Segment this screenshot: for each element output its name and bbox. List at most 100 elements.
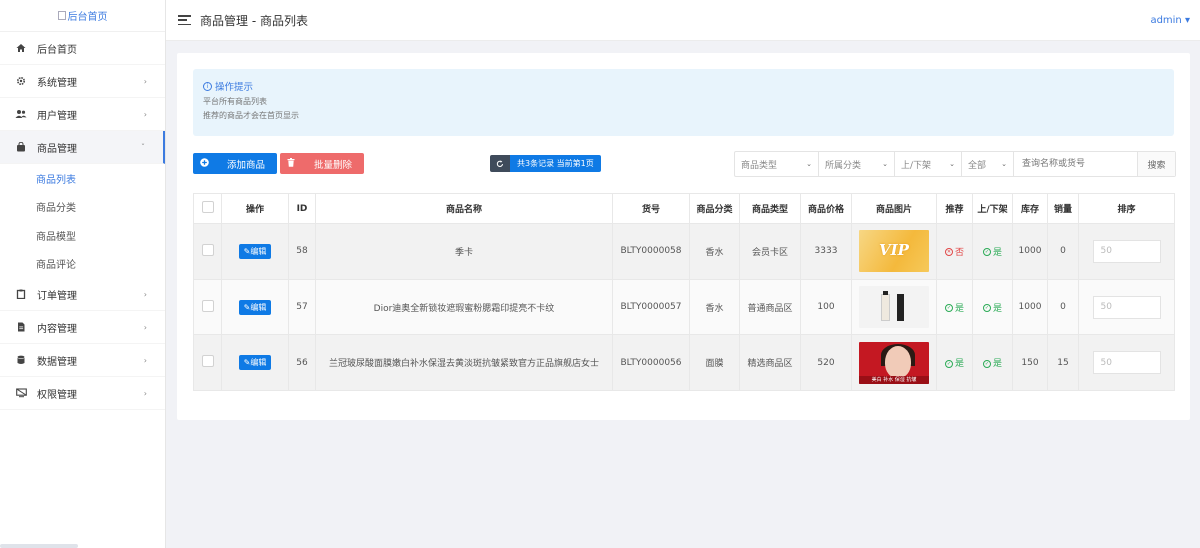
actions-cell: ✎编辑	[221, 278, 289, 336]
product-image-dior[interactable]	[859, 286, 929, 329]
home-icon	[15, 42, 27, 54]
recommend-value: 是	[954, 359, 964, 370]
sales-cell: 0	[1047, 278, 1079, 336]
id-cell: 58	[288, 223, 316, 280]
menu-toggle-icon[interactable]	[178, 15, 191, 25]
users-icon	[15, 108, 27, 120]
user-menu[interactable]: admin ▾	[1150, 15, 1190, 26]
sku-cell: BLTY0000058	[612, 223, 690, 280]
column-header: 库存	[1012, 193, 1048, 224]
tip-title: i 操作提示	[203, 79, 1164, 93]
search-input[interactable]	[1014, 152, 1138, 176]
id-cell: 56	[288, 334, 316, 392]
sort-cell	[1078, 223, 1175, 280]
column-header: 商品价格	[800, 193, 852, 224]
check-circle-icon: ✓	[944, 304, 953, 313]
record-info[interactable]: 共3条记录 当前第1页	[490, 155, 601, 172]
edit-button[interactable]: ✎编辑	[238, 355, 272, 371]
page-title: 商品管理 - 商品列表	[200, 13, 308, 28]
info-icon: i	[203, 81, 212, 91]
gear-icon	[15, 75, 27, 87]
sidebar-item-home[interactable]: 后台首页	[0, 32, 165, 65]
sort-input[interactable]	[1092, 239, 1161, 263]
sort-cell	[1078, 278, 1175, 336]
sidebar-item-system[interactable]: 系统管理 ›	[0, 65, 165, 98]
product-image-text: VIP	[879, 241, 909, 260]
column-header: 操作	[221, 193, 289, 224]
top-header: 商品管理 - 商品列表 admin ▾	[166, 0, 1200, 41]
stock-cell: 1000	[1012, 223, 1048, 280]
sidebar-item-permissions[interactable]: 权限管理 ›	[0, 377, 165, 410]
sidebar-item-label: 系统管理	[37, 77, 77, 89]
edit-label: 编辑	[250, 302, 267, 312]
table-header-row: 操作 ID 商品名称 货号 商品分类 商品类型 商品价格 商品图片 推荐 上/下…	[193, 193, 1175, 224]
sort-input[interactable]	[1092, 351, 1161, 375]
id-cell: 57	[288, 278, 316, 336]
column-header: 商品分类	[689, 193, 740, 224]
name-cell: Dior迪奥全新锁妆遮瑕蜜粉腮霜印提亮不卡纹	[315, 278, 613, 336]
sidebar-item-products[interactable]: 商品管理 ˇ	[0, 131, 165, 164]
shelf-cell[interactable]: ✓ 是	[972, 223, 1013, 280]
shelf-cell[interactable]: ✓ 是	[972, 334, 1013, 392]
column-header: 上/下架	[972, 193, 1013, 224]
product-type-select[interactable]: 商品类型 ⌄	[735, 152, 819, 176]
select-all-checkbox[interactable]	[201, 201, 214, 213]
stock-cell: 150	[1012, 334, 1048, 392]
sort-input[interactable]	[1092, 295, 1161, 319]
row-select-cell	[193, 278, 222, 336]
price-cell: 100	[800, 278, 852, 336]
row-checkbox[interactable]	[201, 243, 214, 256]
recommend-cell[interactable]: ✕ 否	[936, 223, 973, 280]
sidebar-scrollbar[interactable]	[0, 544, 78, 548]
sidebar-subitem-product-model[interactable]: 商品模型	[0, 221, 165, 250]
product-image-vip[interactable]: VIP	[859, 230, 929, 273]
price-cell: 3333	[800, 223, 852, 280]
tip-line: 推荐的商品才会在首页显示	[203, 111, 299, 120]
type-cell: 精选商品区	[739, 334, 801, 392]
edit-button[interactable]: ✎编辑	[238, 299, 272, 315]
recommend-cell[interactable]: ✓ 是	[936, 278, 973, 336]
name-cell: 兰冠玻尿酸面膜嫩白补水保湿去黄淡斑抗皱紧致官方正品旗舰店女士	[315, 334, 613, 392]
file-icon	[15, 321, 27, 333]
sidebar-subitem-product-category[interactable]: 商品分类	[0, 193, 165, 222]
row-checkbox[interactable]	[201, 355, 214, 368]
row-checkbox[interactable]	[201, 299, 214, 312]
sku-cell: BLTY0000057	[612, 278, 690, 336]
batch-delete-button[interactable]: 批量删除	[280, 153, 364, 174]
recommend-cell[interactable]: ✓ 是	[936, 334, 973, 392]
batch-delete-label: 批量删除	[313, 159, 352, 171]
sidebar-item-label: 数据管理	[37, 356, 77, 368]
product-image-mask[interactable]: 美白 补水 保湿 抗皱	[859, 341, 929, 384]
recommend-value: 否	[954, 247, 964, 258]
actions-cell: ✎编辑	[221, 334, 289, 392]
column-header: 货号	[612, 193, 690, 224]
clipboard-icon	[15, 288, 27, 300]
sidebar-item-content[interactable]: 内容管理 ›	[0, 311, 165, 344]
shelf-cell[interactable]: ✓ 是	[972, 278, 1013, 336]
sidebar-item-label: 后台首页	[37, 44, 77, 56]
edit-label: 编辑	[250, 358, 267, 368]
shelf-status-select[interactable]: 上/下架 ⌄	[895, 152, 962, 176]
database-icon	[15, 354, 27, 366]
category-select[interactable]: 所属分类 ⌄	[819, 152, 895, 176]
sidebar-item-users[interactable]: 用户管理 ›	[0, 98, 165, 131]
actions-cell: ✎编辑	[221, 223, 289, 280]
sidebar-subitem-product-list[interactable]: 商品列表	[0, 164, 165, 193]
sidebar-item-label: 内容管理	[37, 323, 77, 335]
sidebar-item-data[interactable]: 数据管理 ›	[0, 344, 165, 377]
shelf-value: 是	[992, 303, 1002, 314]
logo[interactable]: 后台首页	[0, 0, 165, 32]
bag-icon	[15, 141, 27, 153]
scope-select[interactable]: 全部 ⌄	[962, 152, 1014, 176]
column-header: ID	[288, 193, 316, 224]
add-product-button[interactable]: 添加商品	[193, 153, 277, 174]
sidebar-subitem-product-review[interactable]: 商品评论	[0, 250, 165, 279]
caret-down-icon: ▾	[1184, 14, 1190, 26]
sales-cell: 0	[1047, 223, 1079, 280]
chevron-down-icon: ⌄	[806, 160, 812, 168]
sidebar-item-orders[interactable]: 订单管理 ›	[0, 278, 165, 311]
search-button[interactable]: 搜索	[1138, 152, 1175, 176]
category-cell: 香水	[689, 278, 740, 336]
column-header: 推荐	[936, 193, 973, 224]
edit-button[interactable]: ✎编辑	[238, 243, 272, 259]
